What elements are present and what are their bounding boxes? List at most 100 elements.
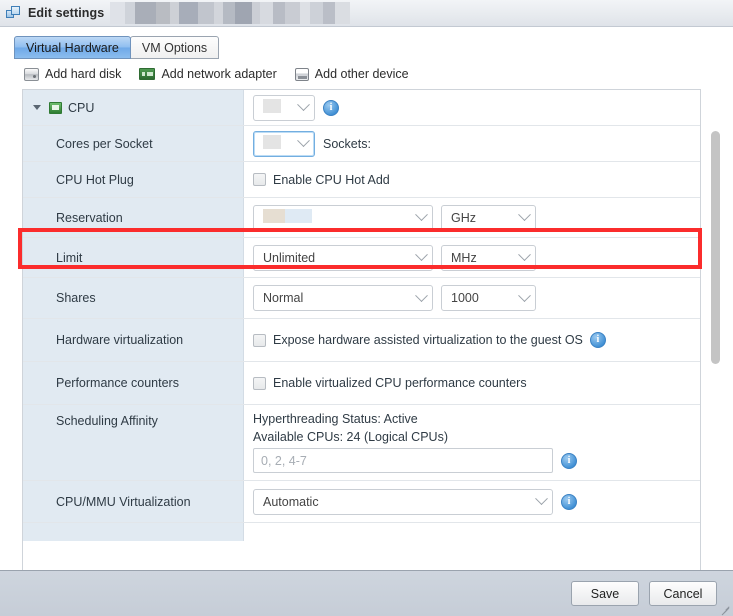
save-button-label: Save <box>590 586 620 601</box>
add-other-device-button[interactable]: Add other device <box>294 67 409 81</box>
cancel-button[interactable]: Cancel <box>649 581 717 606</box>
row-shares: Shares Normal 1000 <box>23 278 700 319</box>
limit-unit-dropdown[interactable]: MHz <box>441 244 536 271</box>
hyperthreading-status: Hyperthreading Status: Active <box>253 412 418 426</box>
limit-value: Unlimited <box>263 250 316 265</box>
scheduling-affinity-input[interactable]: 0, 2, 4-7 <box>253 448 553 473</box>
scheduling-affinity-placeholder: 0, 2, 4-7 <box>261 453 307 468</box>
cpu-mmu-virtualization-dropdown[interactable]: Automatic <box>253 488 553 515</box>
window-titlebar: Edit settings <box>0 0 733 27</box>
scheduling-affinity-label: Scheduling Affinity <box>23 405 244 480</box>
settings-panel-wrapper: CPU i Cores per Socket Sockets: CPU Hot … <box>0 89 733 570</box>
sockets-label: Sockets: <box>323 136 371 151</box>
expose-hardware-virtualization-label: Expose hardware assisted virtualization … <box>273 333 583 347</box>
tab-virtual-hardware[interactable]: Virtual Hardware <box>14 36 131 59</box>
network-adapter-icon <box>139 68 156 80</box>
cpu-count-value <box>263 99 293 116</box>
cpu-mmu-virtualization-value: Automatic <box>263 494 319 509</box>
shares-amount-dropdown[interactable]: 1000 <box>441 285 536 311</box>
available-cpus: Available CPUs: 24 (Logical CPUs) <box>253 430 448 444</box>
performance-counters-field: Enable virtualized CPU performance count… <box>244 362 700 404</box>
shares-value: Normal <box>263 291 304 305</box>
shares-field: Normal 1000 <box>244 278 700 318</box>
reservation-unit-dropdown[interactable]: GHz <box>441 204 536 231</box>
cpu-group-label: CPU <box>68 100 95 115</box>
device-toolbar: Add hard disk Add network adapter Add ot… <box>0 59 733 89</box>
row-reservation: Reservation GHz <box>23 198 700 238</box>
limit-field: Unlimited MHz <box>244 238 700 277</box>
chevron-down-icon <box>535 492 548 506</box>
row-hardware-virtualization: Hardware virtualization Expose hardware … <box>23 319 700 362</box>
shares-label: Shares <box>23 278 244 318</box>
shares-amount-value: 1000 <box>451 291 479 305</box>
save-button[interactable]: Save <box>571 581 639 606</box>
hardware-virtualization-field: Expose hardware assisted virtualization … <box>244 319 700 361</box>
cpu-hot-plug-label: CPU Hot Plug <box>23 162 244 197</box>
cpu-hot-plug-field: Enable CPU Hot Add <box>244 162 700 197</box>
chevron-down-icon <box>415 288 428 302</box>
limit-unit-value: MHz <box>451 250 477 265</box>
enable-cpu-hot-add-checkbox[interactable] <box>253 173 266 186</box>
cores-per-socket-field: Sockets: <box>244 126 700 161</box>
scrollbar-thumb[interactable] <box>711 131 720 364</box>
add-hard-disk-button[interactable]: Add hard disk <box>24 67 121 81</box>
enable-performance-counters-label: Enable virtualized CPU performance count… <box>273 376 527 390</box>
vertical-scrollbar[interactable] <box>711 131 720 570</box>
reservation-unit-value: GHz <box>451 210 476 225</box>
limit-dropdown[interactable]: Unlimited <box>253 244 433 271</box>
cpu-group-label-cell[interactable]: CPU <box>23 90 244 125</box>
add-other-device-label: Add other device <box>314 67 409 81</box>
reservation-label: Reservation <box>23 198 244 237</box>
edit-settings-dialog: Edit settings Virtual Hardware VM Option… <box>0 0 733 616</box>
limit-label: Limit <box>23 238 244 277</box>
info-icon[interactable]: i <box>561 493 577 510</box>
enable-cpu-hot-add-label: Enable CPU Hot Add <box>273 172 390 187</box>
enable-performance-counters-checkbox[interactable] <box>253 376 266 390</box>
dialog-footer: Save Cancel <box>0 570 733 616</box>
shares-dropdown[interactable]: Normal <box>253 285 433 311</box>
window-title: Edit settings <box>28 6 105 20</box>
reservation-value <box>263 209 411 226</box>
tab-bar: Virtual Hardware VM Options <box>0 27 733 59</box>
performance-counters-label: Performance counters <box>23 362 244 404</box>
chevron-down-icon <box>415 248 428 262</box>
chevron-down-icon <box>518 208 531 222</box>
expose-hardware-virtualization-checkbox[interactable] <box>253 333 266 347</box>
cores-per-socket-dropdown[interactable] <box>253 130 315 157</box>
reservation-dropdown[interactable] <box>253 204 433 231</box>
chevron-down-icon <box>518 288 531 302</box>
partial-row-field <box>244 523 700 541</box>
row-cpu-mmu-virtualization: CPU/MMU Virtualization Automatic i <box>23 481 700 523</box>
cores-per-socket-label: Cores per Socket <box>23 126 244 161</box>
other-device-icon <box>294 67 309 81</box>
cpu-icon <box>49 101 62 114</box>
chevron-down-icon <box>518 248 531 262</box>
chevron-down-icon <box>415 208 428 222</box>
scheduling-affinity-field: Hyperthreading Status: Active Available … <box>244 405 700 480</box>
tab-vm-options[interactable]: VM Options <box>129 36 220 59</box>
row-cpu-hot-plug: CPU Hot Plug Enable CPU Hot Add <box>23 162 700 198</box>
vm-window-icon <box>6 5 22 21</box>
hardware-virtualization-label: Hardware virtualization <box>23 319 244 361</box>
info-icon[interactable]: i <box>323 99 339 116</box>
info-icon[interactable]: i <box>561 452 577 469</box>
tab-vm-options-label: VM Options <box>141 40 208 55</box>
reservation-field: GHz <box>244 198 700 237</box>
row-limit: Limit Unlimited MHz <box>23 238 700 278</box>
chevron-down-icon <box>297 98 310 112</box>
chevron-down-icon[interactable] <box>33 105 41 110</box>
cpu-mmu-virtualization-label: CPU/MMU Virtualization <box>23 481 244 522</box>
add-network-adapter-label: Add network adapter <box>161 67 277 81</box>
info-icon[interactable]: i <box>589 332 606 348</box>
cpu-mmu-virtualization-field: Automatic i <box>244 481 700 522</box>
add-network-adapter-button[interactable]: Add network adapter <box>139 67 277 81</box>
row-cores-per-socket: Cores per Socket Sockets: <box>23 126 700 162</box>
partial-row-label <box>23 523 244 541</box>
settings-panel: CPU i Cores per Socket Sockets: CPU Hot … <box>22 89 701 570</box>
redacted-vm-name <box>110 2 350 24</box>
cpu-count-dropdown[interactable] <box>253 94 315 121</box>
row-partial-next <box>23 523 700 541</box>
cpu-count-field: i <box>244 90 700 125</box>
resize-grip[interactable] <box>720 604 730 616</box>
hard-disk-icon <box>24 67 39 81</box>
